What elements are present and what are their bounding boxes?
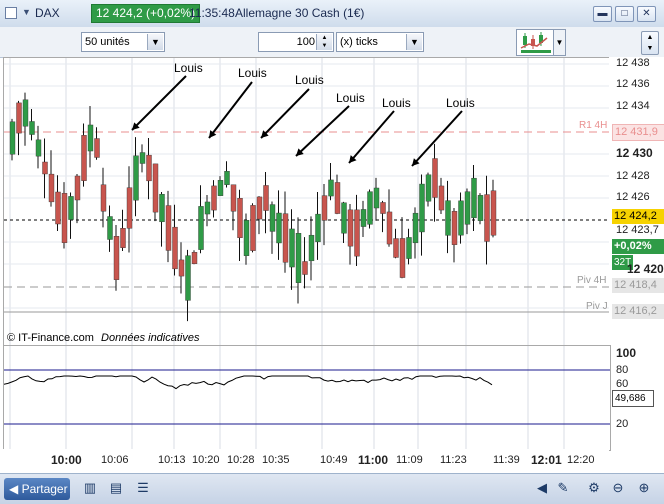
r1-label: R1 4H	[579, 120, 608, 131]
price-tick: 12 434	[616, 100, 650, 112]
settings-icon[interactable]: ⚙	[586, 480, 602, 496]
chevron-left-icon[interactable]: ◀	[534, 480, 550, 496]
share-icon: ◀	[9, 482, 19, 496]
panel-toggle-icon[interactable]: ▲ ▼	[641, 31, 659, 55]
export-icon[interactable]: ▤	[108, 480, 124, 496]
time-tick: 11:39	[493, 454, 520, 466]
time-tick: 10:00	[51, 453, 82, 467]
annotation-louis: Louis	[382, 96, 411, 110]
change-tag: +0,02%	[612, 239, 664, 254]
time-tick: 10:35	[262, 454, 290, 466]
osc-tick: 100	[616, 346, 637, 360]
osc-tick: 60	[616, 378, 629, 390]
time-tick: 11:23	[440, 454, 467, 466]
price-axis[interactable]: 12 438 12 436 12 434 12 431,9 12 430 12 …	[609, 57, 664, 345]
oscillator-value-tag: 49,686	[612, 390, 654, 407]
ticks-unit-value: (x) ticks	[340, 36, 378, 48]
disclaimer-text: Données indicatives	[101, 332, 200, 344]
chevron-down-icon[interactable]: ▼	[147, 34, 163, 50]
candlestick-chart-icon	[520, 32, 551, 53]
price-tick: 12 426	[616, 191, 650, 203]
zoom-out-icon[interactable]: ⊖	[610, 480, 626, 496]
share-label: Partager	[21, 482, 68, 496]
time-tick: 11:09	[396, 454, 423, 466]
oscillator-plot	[3, 346, 610, 450]
time-tick: 12:20	[567, 454, 595, 466]
time-tick: 10:49	[320, 454, 348, 466]
price-tick: 12 436	[616, 78, 650, 90]
annotation-louis: Louis	[336, 91, 365, 105]
pivot-4h-value-tag: 12 418,4	[612, 278, 664, 293]
time-tick: 12:01	[531, 453, 562, 467]
osc-tick: 80	[616, 364, 629, 376]
price-tick: 12 420	[627, 262, 664, 276]
chart-toolbar: 50 unités ▼ 100 ▲ ▼ (x) ticks ▼ ▼ ▲ ▼	[0, 27, 664, 58]
ticks-stepper[interactable]: 100 ▲ ▼	[258, 32, 334, 52]
prev-value: 12 423,7	[616, 224, 659, 236]
candlestick-plot	[4, 58, 610, 346]
osc-tick: 20	[616, 418, 629, 430]
indicator-icon[interactable]: ▥	[82, 480, 98, 496]
symbol-label[interactable]: DAX	[35, 6, 60, 20]
layers-icon[interactable]: ☰	[135, 480, 151, 496]
time-tick: 11:00	[358, 453, 389, 467]
time-tick: 10:13	[158, 454, 186, 466]
clock-time: 11:35:48	[189, 6, 235, 20]
minimize-icon[interactable]: ▬	[593, 6, 612, 22]
maximize-icon[interactable]: □	[615, 6, 634, 22]
time-tick: 10:06	[101, 454, 129, 466]
chevron-down-icon[interactable]: ▼	[406, 34, 422, 50]
window-title-bar: ▼ DAX 12 424,2 (+0,02%) 11:35:48 Allemag…	[0, 0, 664, 28]
oscillator-line	[3, 375, 493, 390]
price-tick: 12 428	[616, 170, 650, 182]
time-axis[interactable]: 10:00 10:06 10:13 10:20 10:28 10:35 10:4…	[3, 449, 609, 471]
pivot-4h-label: Piv 4H	[577, 275, 607, 286]
time-tick: 10:28	[227, 454, 255, 466]
share-button[interactable]: ◀ Partager	[4, 478, 70, 500]
window-menu-icon[interactable]	[5, 7, 17, 19]
chevron-down-icon[interactable]: ▼	[553, 29, 566, 56]
annotation-louis: Louis	[238, 66, 267, 80]
annotation-louis: Louis	[446, 96, 475, 110]
copyright-text: © IT-Finance.com	[7, 332, 94, 344]
watermark: © IT-Finance.com Données indicatives	[7, 332, 199, 344]
pivot-j-value-tag: 12 416,2	[612, 304, 664, 319]
ticks-unit-select[interactable]: (x) ticks ▼	[336, 32, 424, 52]
spinner-icon[interactable]: ▲ ▼	[316, 34, 332, 50]
bottom-toolbar: ◀ Partager ▥ ▤ ☰ ◀ ✎ ⚙ ⊖ ⊕	[0, 473, 664, 504]
instrument-name: Allemagne 30 Cash (1€)	[235, 6, 365, 20]
chart-type-button[interactable]	[516, 29, 556, 56]
oscillator-axis[interactable]: 100 80 60 49,686 20	[609, 345, 664, 449]
annotation-louis: Louis	[174, 61, 203, 75]
units-value: 50 unités	[85, 36, 130, 48]
ticks-value: 100	[296, 36, 315, 48]
pivot-j-label: Piv J	[586, 301, 608, 312]
time-tick: 10:20	[192, 454, 220, 466]
close-icon[interactable]: ✕	[637, 6, 656, 22]
annotation-louis: Louis	[295, 73, 324, 87]
price-tick: 12 430	[616, 146, 653, 160]
chevron-down-icon[interactable]: ▼	[22, 7, 31, 17]
zoom-in-icon[interactable]: ⊕	[636, 480, 652, 496]
r1-value-tag: 12 431,9	[612, 124, 664, 141]
price-change-badge: 12 424,2 (+0,02%)	[91, 4, 201, 23]
oscillator-panel[interactable]	[3, 345, 611, 451]
drawing-tool-icon[interactable]: ✎	[555, 480, 571, 496]
price-chart[interactable]: Louis Louis Louis Louis Louis Louis R1 4…	[3, 57, 611, 347]
last-price-tag: 12 424,2	[612, 209, 664, 224]
units-select[interactable]: 50 unités ▼	[81, 32, 165, 52]
price-tick: 12 438	[616, 57, 650, 69]
